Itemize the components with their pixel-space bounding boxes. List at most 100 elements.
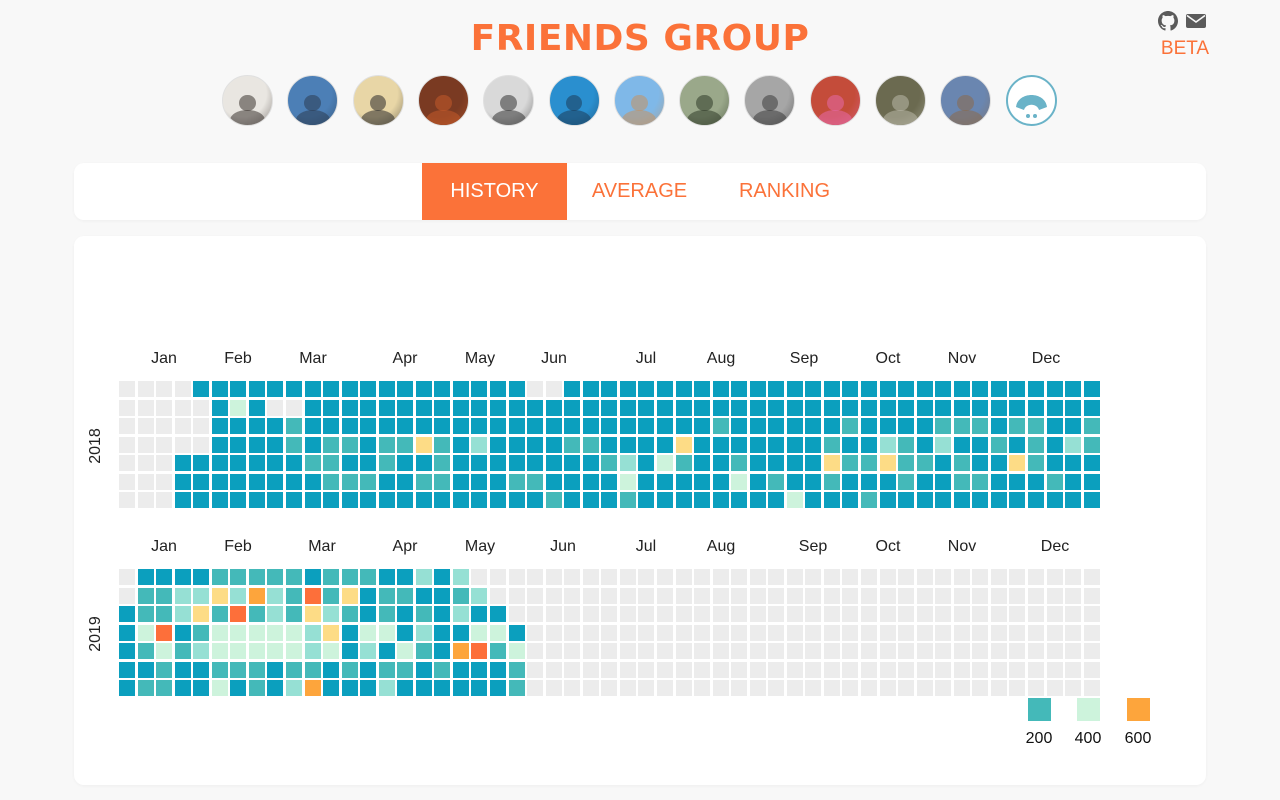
day-cell[interactable] bbox=[1065, 492, 1082, 509]
day-cell[interactable] bbox=[805, 399, 822, 416]
day-cell[interactable] bbox=[1027, 680, 1044, 697]
day-cell[interactable] bbox=[675, 643, 692, 660]
day-cell[interactable] bbox=[1046, 418, 1063, 435]
day-cell[interactable] bbox=[582, 624, 599, 641]
day-cell[interactable] bbox=[675, 587, 692, 604]
day-cell[interactable] bbox=[1027, 492, 1044, 509]
day-cell[interactable] bbox=[527, 399, 544, 416]
day-cell[interactable] bbox=[1065, 624, 1082, 641]
day-cell[interactable] bbox=[842, 606, 859, 623]
day-cell[interactable] bbox=[397, 399, 414, 416]
avatar-friend-4[interactable] bbox=[417, 75, 469, 126]
day-cell[interactable] bbox=[694, 661, 711, 678]
day-cell[interactable] bbox=[1083, 399, 1100, 416]
day-cell[interactable] bbox=[935, 587, 952, 604]
day-cell[interactable] bbox=[768, 381, 785, 397]
day-cell[interactable] bbox=[174, 680, 191, 697]
day-cell[interactable] bbox=[731, 680, 748, 697]
day-cell[interactable] bbox=[527, 587, 544, 604]
day-cell[interactable] bbox=[211, 587, 228, 604]
day-cell[interactable] bbox=[341, 492, 358, 509]
day-cell[interactable] bbox=[1009, 399, 1026, 416]
day-cell[interactable] bbox=[508, 624, 525, 641]
day-cell[interactable] bbox=[267, 492, 284, 509]
day-cell[interactable] bbox=[360, 661, 377, 678]
day-cell[interactable] bbox=[397, 436, 414, 453]
day-cell[interactable] bbox=[694, 455, 711, 472]
day-cell[interactable] bbox=[434, 661, 451, 678]
day-cell[interactable] bbox=[916, 399, 933, 416]
day-cell[interactable] bbox=[842, 492, 859, 509]
day-cell[interactable] bbox=[694, 381, 711, 397]
day-cell[interactable] bbox=[415, 569, 432, 585]
day-cell[interactable] bbox=[805, 455, 822, 472]
day-cell[interactable] bbox=[879, 473, 896, 490]
day-cell[interactable] bbox=[193, 624, 210, 641]
day-cell[interactable] bbox=[211, 643, 228, 660]
day-cell[interactable] bbox=[397, 569, 414, 585]
day-cell[interactable] bbox=[823, 606, 840, 623]
day-cell[interactable] bbox=[490, 399, 506, 416]
day-cell[interactable] bbox=[304, 587, 321, 604]
day-cell[interactable] bbox=[452, 473, 469, 490]
day-cell[interactable] bbox=[508, 436, 525, 453]
day-cell[interactable] bbox=[731, 587, 748, 604]
day-cell[interactable] bbox=[174, 661, 191, 678]
avatar-friend-11[interactable] bbox=[875, 75, 926, 126]
day-cell[interactable] bbox=[953, 569, 970, 585]
day-cell[interactable] bbox=[397, 492, 414, 509]
day-cell[interactable] bbox=[267, 418, 284, 435]
day-cell[interactable] bbox=[823, 492, 840, 509]
day-cell[interactable] bbox=[230, 436, 247, 453]
day-cell[interactable] bbox=[898, 661, 915, 678]
day-cell[interactable] bbox=[564, 569, 581, 585]
day-cell[interactable] bbox=[1046, 381, 1063, 397]
day-cell[interactable] bbox=[786, 606, 803, 623]
day-cell[interactable] bbox=[935, 680, 952, 697]
day-cell[interactable] bbox=[786, 624, 803, 641]
day-cell[interactable] bbox=[341, 399, 358, 416]
day-cell[interactable] bbox=[656, 455, 673, 472]
day-cell[interactable] bbox=[211, 606, 228, 623]
day-cell[interactable] bbox=[230, 643, 247, 660]
day-cell[interactable] bbox=[1009, 436, 1026, 453]
day-cell[interactable] bbox=[768, 661, 785, 678]
day-cell[interactable] bbox=[415, 418, 432, 435]
day-cell[interactable] bbox=[1065, 399, 1082, 416]
day-cell[interactable] bbox=[842, 587, 859, 604]
day-cell[interactable] bbox=[211, 492, 228, 509]
day-cell[interactable] bbox=[119, 455, 135, 472]
day-cell[interactable] bbox=[527, 418, 544, 435]
day-cell[interactable] bbox=[805, 680, 822, 697]
day-cell[interactable] bbox=[731, 436, 748, 453]
beta-link[interactable]: BETA bbox=[1150, 38, 1220, 60]
day-cell[interactable] bbox=[675, 473, 692, 490]
day-cell[interactable] bbox=[267, 587, 284, 604]
day-cell[interactable] bbox=[1083, 624, 1100, 641]
day-cell[interactable] bbox=[582, 455, 599, 472]
day-cell[interactable] bbox=[471, 492, 488, 509]
day-cell[interactable] bbox=[137, 436, 154, 453]
day-cell[interactable] bbox=[694, 587, 711, 604]
day-cell[interactable] bbox=[360, 624, 377, 641]
day-cell[interactable] bbox=[879, 680, 896, 697]
day-cell[interactable] bbox=[694, 624, 711, 641]
day-cell[interactable] bbox=[656, 381, 673, 397]
day-cell[interactable] bbox=[304, 455, 321, 472]
day-cell[interactable] bbox=[601, 455, 618, 472]
day-cell[interactable] bbox=[119, 399, 135, 416]
day-cell[interactable] bbox=[508, 399, 525, 416]
day-cell[interactable] bbox=[694, 399, 711, 416]
day-cell[interactable] bbox=[805, 436, 822, 453]
day-cell[interactable] bbox=[137, 399, 154, 416]
day-cell[interactable] bbox=[879, 643, 896, 660]
day-cell[interactable] bbox=[323, 624, 340, 641]
day-cell[interactable] bbox=[378, 381, 395, 397]
day-cell[interactable] bbox=[638, 399, 655, 416]
day-cell[interactable] bbox=[323, 587, 340, 604]
day-cell[interactable] bbox=[434, 418, 451, 435]
day-cell[interactable] bbox=[323, 455, 340, 472]
day-cell[interactable] bbox=[601, 492, 618, 509]
day-cell[interactable] bbox=[823, 587, 840, 604]
day-cell[interactable] bbox=[285, 473, 302, 490]
